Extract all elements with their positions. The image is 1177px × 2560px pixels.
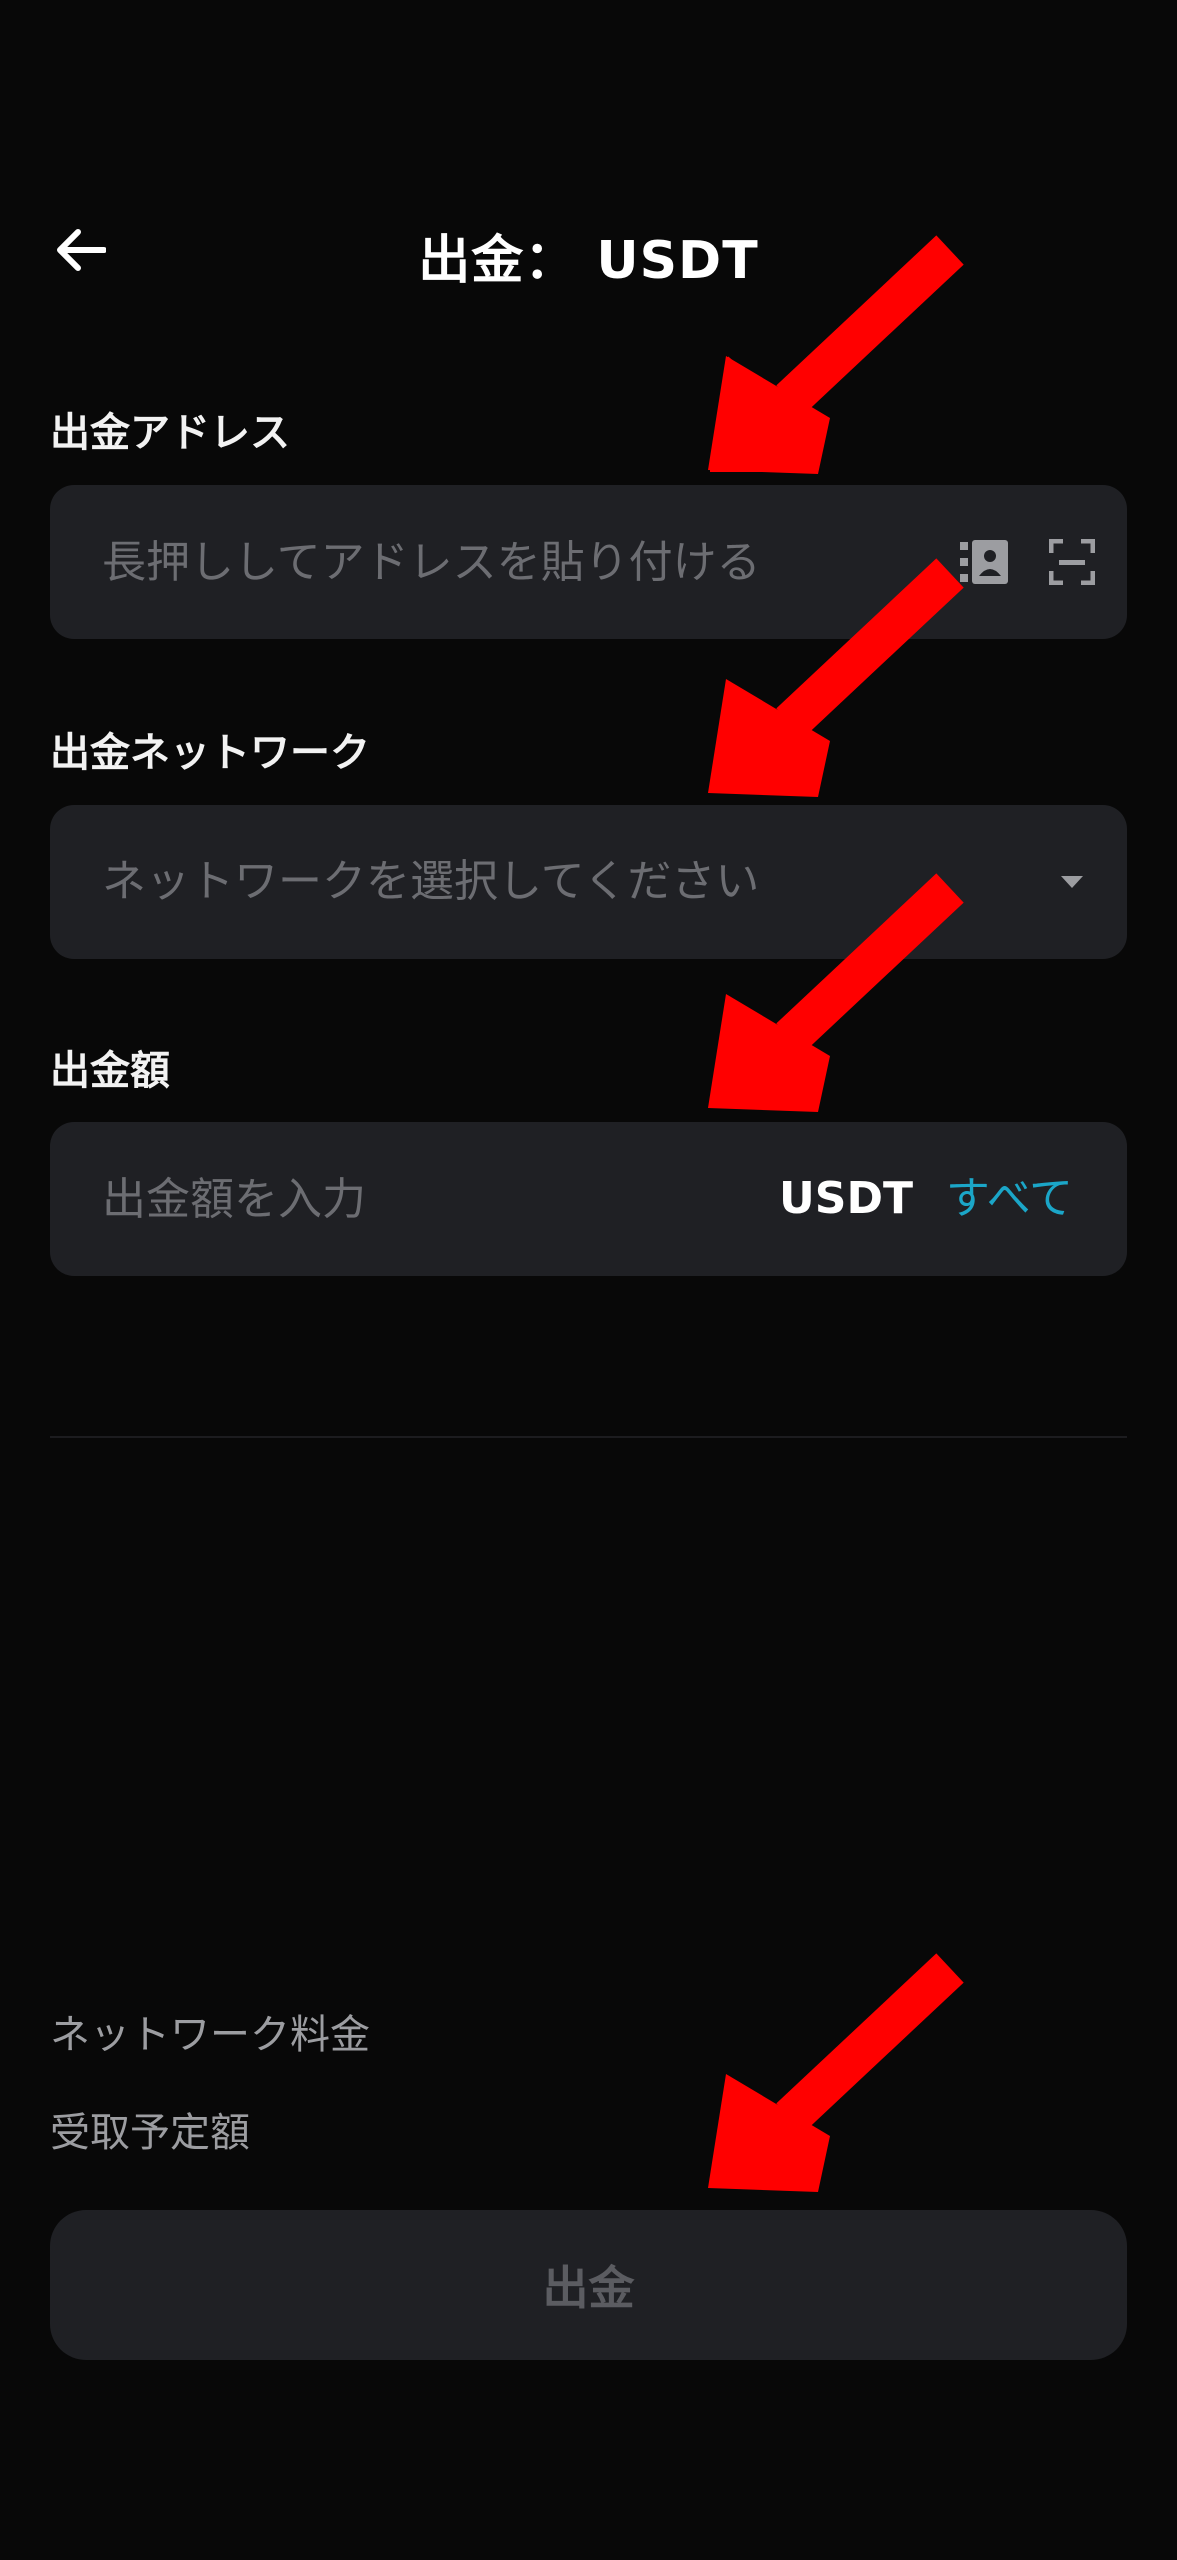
red-arrow-annotation (708, 235, 964, 474)
top-bar: 出金： USDT (0, 190, 1177, 310)
amount-label: 出金額 (50, 1048, 170, 1094)
network-label: 出金ネットワーク (50, 730, 370, 776)
amount-input[interactable] (102, 1122, 722, 1276)
red-arrow-annotation (708, 873, 964, 1112)
caret-down-icon (1061, 876, 1083, 888)
network-fee-label: ネットワーク料金 (50, 2012, 370, 2058)
divider (50, 1436, 1127, 1438)
network-placeholder: ネットワークを選択してください (102, 856, 760, 907)
scan-icon (1049, 539, 1095, 585)
red-arrow-annotation (708, 1953, 964, 2192)
address-label: 出金アドレス (50, 410, 290, 456)
network-dropdown-toggle[interactable] (1040, 850, 1104, 914)
red-arrow-annotation (708, 558, 964, 797)
page-title: 出金： USDT (418, 231, 759, 291)
scan-button[interactable] (1040, 530, 1104, 594)
receive-amount-label: 受取予定額 (50, 2110, 250, 2156)
